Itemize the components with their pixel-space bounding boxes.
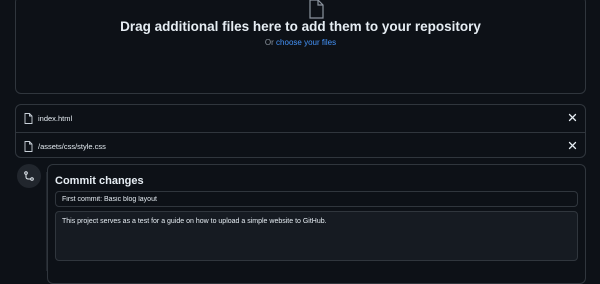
commit-description-text: This project serves as a test for a guid… [62,218,327,225]
file-icon [24,112,33,124]
dropzone-prefix: Or [264,38,274,47]
file-list: index.html /assets/css/style.css [15,104,586,158]
commit-badge [17,164,41,188]
commit-panel: Commit changes This project serves as a … [47,164,586,284]
file-name: /assets/css/style.css [38,141,106,151]
dropzone-subtitle: Or choose your files [16,38,585,47]
choose-files-link[interactable]: choose your files [276,38,336,47]
commit-title: Commit changes [55,175,144,187]
file-row-index-html: index.html [16,105,585,131]
file-row-style-css: /assets/css/style.css [16,132,585,159]
file-icon [24,140,33,152]
close-icon[interactable] [568,113,577,122]
file-dropzone[interactable]: Drag additional files here to add them t… [15,0,586,94]
commit-summary-input[interactable] [55,191,578,207]
file-icon [309,0,324,19]
file-name: index.html [38,113,73,123]
git-commit-icon [24,171,34,181]
close-icon[interactable] [568,141,577,150]
commit-description-input[interactable]: This project serves as a test for a guid… [55,211,578,261]
dropzone-title: Drag additional files here to add them t… [120,19,481,34]
